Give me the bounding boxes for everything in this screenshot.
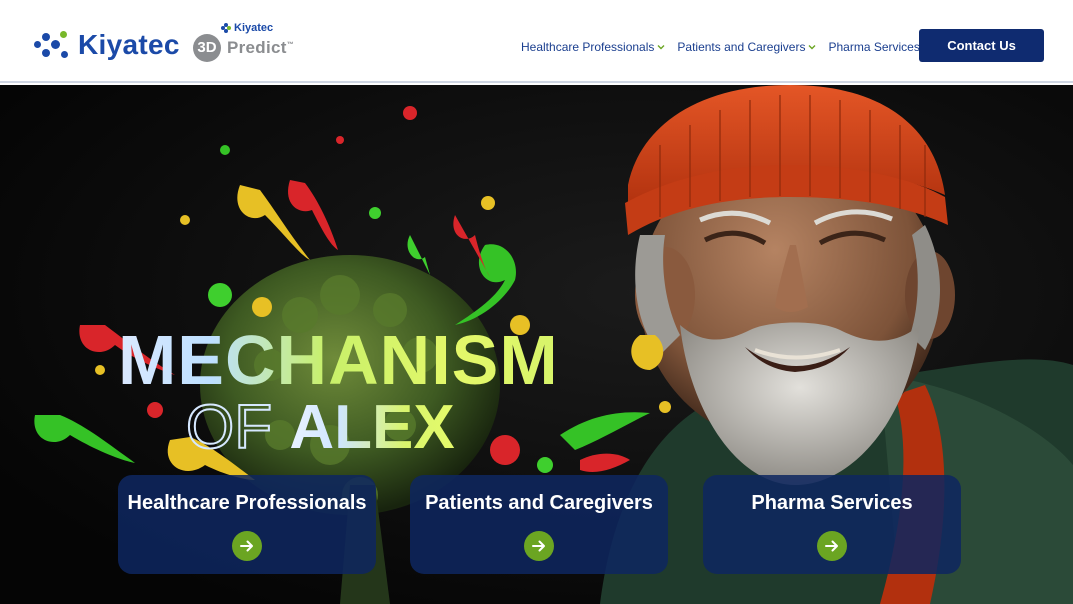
card-pharma-services[interactable]: Pharma Services: [703, 475, 961, 574]
nav-item-pharma-services[interactable]: Pharma Services: [828, 40, 931, 54]
hero-title-line-1: MECHANISM: [118, 325, 638, 395]
site-header: Kiyatec 3D Kiyatec Predict™ Healthcare P…: [0, 0, 1073, 83]
nav-item-patients-and-caregivers[interactable]: Patients and Caregivers: [677, 40, 816, 54]
nav-item-label: Healthcare Professionals: [521, 40, 655, 54]
kiyatec-logo-mark-icon: [34, 29, 70, 61]
arrow-right-icon[interactable]: [232, 531, 262, 561]
chevron-down-icon: [808, 43, 816, 51]
card-patients-and-caregivers[interactable]: Patients and Caregivers: [410, 475, 668, 574]
kiyatec-logo[interactable]: Kiyatec: [34, 28, 180, 62]
3d-badge: 3D: [193, 34, 221, 62]
arrow-right-icon[interactable]: [524, 531, 554, 561]
main-nav: Healthcare Professionals Patients and Ca…: [521, 40, 931, 54]
hero-title-line-2: OF ALEX: [185, 396, 638, 460]
predict-brand-text: Kiyatec: [234, 22, 274, 34]
contact-us-button[interactable]: Contact Us: [919, 29, 1044, 62]
predict-brand: Kiyatec: [221, 22, 273, 34]
hero-banner: MECHANISM OF ALEX Healthcare Professiona…: [0, 85, 1073, 604]
chevron-down-icon: [657, 43, 665, 51]
3d-predict-logo[interactable]: 3D Kiyatec Predict™: [193, 22, 308, 66]
card-label: Healthcare Professionals: [127, 492, 367, 514]
hero-title: MECHANISM OF ALEX: [118, 325, 638, 460]
kiyatec-mini-mark-icon: [221, 23, 231, 33]
hero-title-of: OF: [185, 393, 273, 462]
card-label: Pharma Services: [751, 492, 913, 514]
kiyatec-logo-text: Kiyatec: [78, 29, 180, 60]
predict-word-text: Predict: [227, 38, 287, 57]
predict-word: Predict™: [227, 38, 294, 58]
nav-item-label: Patients and Caregivers: [677, 40, 806, 54]
arrow-right-icon[interactable]: [817, 531, 847, 561]
hero-title-alex: ALEX: [289, 393, 455, 462]
nav-item-label: Pharma Services: [828, 40, 920, 54]
card-healthcare-professionals[interactable]: Healthcare Professionals: [118, 475, 376, 574]
card-label: Patients and Caregivers: [425, 492, 653, 514]
nav-item-healthcare-professionals[interactable]: Healthcare Professionals: [521, 40, 665, 54]
trademark-sign: ™: [286, 41, 295, 49]
